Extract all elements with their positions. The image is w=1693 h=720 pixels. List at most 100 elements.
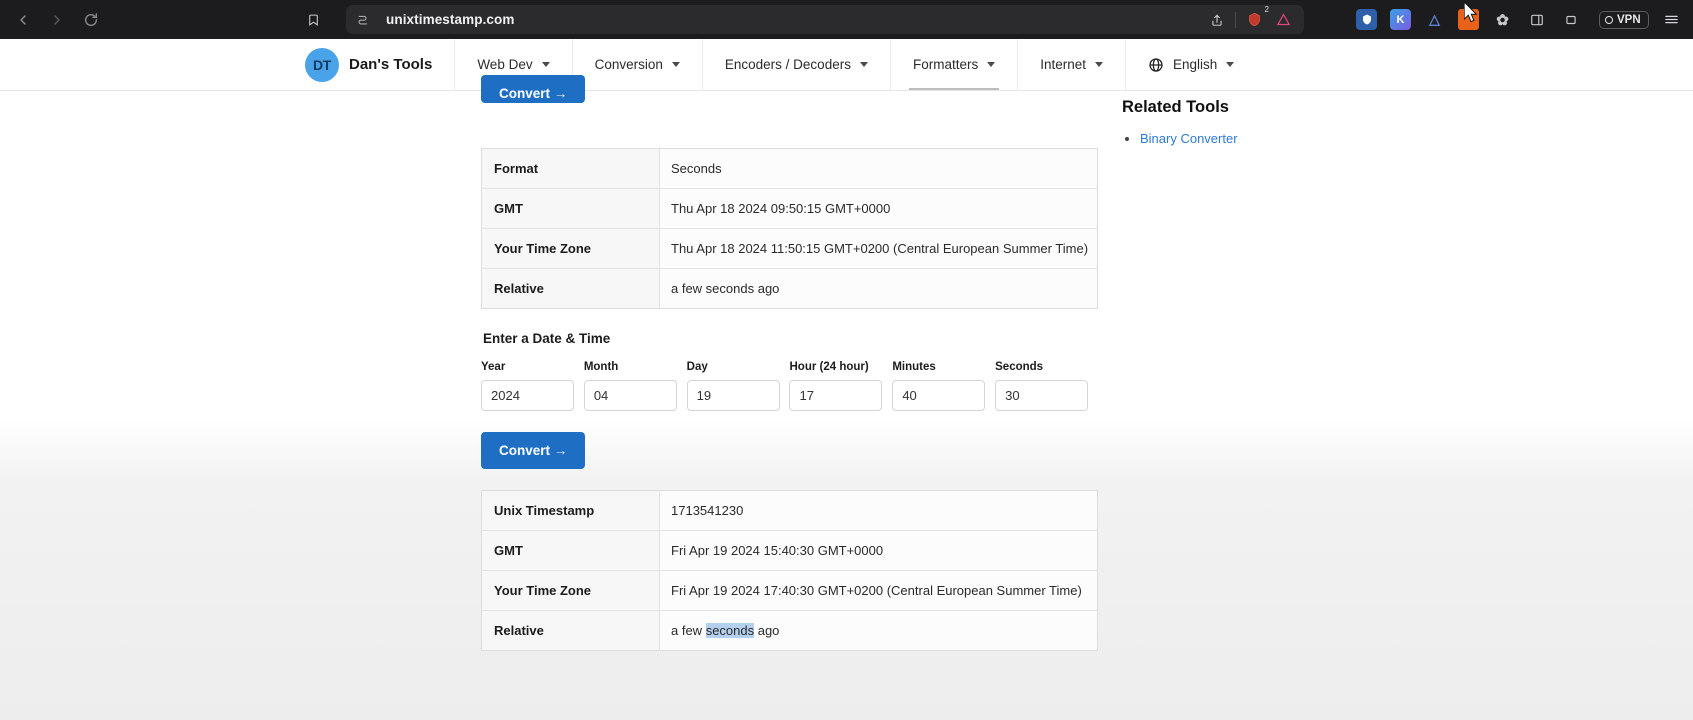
table-row: GMT Fri Apr 19 2024 15:40:30 GMT+0000 [481,530,1098,571]
field-label-minutes: Minutes [892,361,936,373]
site-navigation: DT Dan's Tools Web Dev Conversion Encode… [0,39,1693,91]
sidebar-link-binary-converter[interactable]: Binary Converter [1140,131,1238,146]
chevron-down-icon [987,62,996,67]
minutes-input[interactable] [892,380,986,411]
field-seconds: Seconds [995,361,1094,411]
row-label: Relative [481,268,660,309]
sidebar-extension-icon[interactable] [1526,9,1547,30]
table-row: GMT Thu Apr 18 2024 09:50:15 GMT+0000 [481,188,1098,229]
ublock-origin-extension-icon[interactable] [1356,9,1377,30]
related-tools-sidebar: Related Tools Binary Converter [1122,91,1422,146]
page-body: Convert → Format Seconds GMT Thu Apr 18 … [0,75,1693,720]
mouse-cursor [1463,0,1479,29]
puzzle-extension-icon[interactable]: ✿ [1492,9,1513,30]
row-label: Unix Timestamp [481,490,660,531]
nav-item-language[interactable]: English [1125,39,1256,90]
table-row-relative: Relative a few seconds ago [481,610,1098,651]
field-label-hour: Hour (24 hour) [789,361,869,373]
browser-nav-buttons [0,5,108,35]
table-row: Format Seconds [481,148,1098,189]
day-input[interactable] [686,380,780,411]
field-label-seconds: Seconds [995,361,1044,373]
warning-triangle-icon[interactable] [1272,9,1294,31]
field-year: Year [481,361,580,411]
nav-item-label: Conversion [594,57,663,72]
field-label-month: Month [583,361,619,373]
nav-item-label: Formatters [912,57,979,72]
top-convert-button[interactable]: Convert → [481,75,586,103]
chevron-down-icon [1226,62,1235,67]
timestamp-result-table-top: Format Seconds GMT Thu Apr 18 2024 09:50… [481,148,1098,309]
row-label: GMT [481,188,660,229]
nav-item-formatters[interactable]: Formatters [889,39,1017,90]
capture-extension-icon[interactable] [1560,9,1581,30]
row-label: Format [481,148,660,189]
convert-button[interactable]: Convert → [481,432,586,469]
chevron-down-icon [541,62,550,67]
row-label: Your Time Zone [481,570,660,611]
row-value-relative: a few seconds ago [660,611,1098,651]
shield-badge-icon[interactable]: 2 [1243,5,1269,31]
nav-item-label: Encoders / Decoders [724,57,851,72]
back-button[interactable] [6,5,40,35]
table-row: Relative a few seconds ago [481,268,1098,309]
row-value: Fri Apr 19 2024 15:40:30 GMT+0000 [671,543,884,558]
vpn-status-dot [1605,15,1613,24]
field-hour: Hour (24 hour) [789,361,888,411]
field-label-year: Year [481,361,506,373]
chevron-down-icon [1095,62,1103,67]
triangle-extension-icon[interactable]: △ [1424,9,1445,30]
hamburger-menu-icon[interactable] [1663,12,1680,27]
reload-button[interactable] [74,5,108,35]
nav-item-label: Web Dev [477,57,533,72]
tracker-shield-icon[interactable] [356,12,376,27]
chevron-down-icon [671,62,680,67]
language-label: English [1173,57,1218,72]
vpn-button[interactable]: VPN [1599,10,1649,29]
forward-button[interactable] [40,5,74,35]
address-bar-actions: 2 [1206,5,1294,31]
year-input[interactable] [481,380,574,411]
brand-name: Dan's Tools [349,56,433,73]
share-icon[interactable] [1206,9,1228,31]
vpn-label: VPN [1617,13,1641,26]
field-day: Day [686,361,786,411]
row-label: Your Time Zone [481,228,660,269]
form-title: Enter a Date & Time [483,331,611,346]
field-month: Month [583,361,683,411]
row-label: Relative [481,610,660,651]
row-value: Thu Apr 18 2024 09:50:15 GMT+0000 [671,201,891,216]
row-value: 1713541230 [671,503,744,518]
row-value: a few seconds ago [671,281,780,296]
seconds-input[interactable] [995,380,1089,411]
relative-suffix: ago [754,623,780,638]
globe-icon [1148,57,1164,73]
field-label-day: Day [686,361,708,373]
table-row: Your Time Zone Fri Apr 19 2024 17:40:30 … [481,570,1098,611]
chevron-down-icon [859,62,868,67]
selected-text[interactable]: seconds [705,623,755,638]
nav-item-encoders-decoders[interactable]: Encoders / Decoders [701,39,890,90]
bookmark-icon[interactable] [298,5,328,35]
brand-link[interactable]: DT Dan's Tools [305,39,454,90]
top-convert-button-clipped[interactable]: Convert → [481,75,586,103]
nav-item-conversion[interactable]: Conversion [571,39,702,90]
table-row: Your Time Zone Thu Apr 18 2024 11:50:15 … [481,228,1098,269]
main-content: Convert → Format Seconds GMT Thu Apr 18 … [481,75,1098,651]
row-value: Seconds [671,161,722,176]
month-input[interactable] [583,380,677,411]
row-value: Fri Apr 19 2024 17:40:30 GMT+0200 (Centr… [671,583,1082,598]
sidebar-title: Related Tools [1122,98,1229,116]
row-value: Thu Apr 18 2024 11:50:15 GMT+0200 (Centr… [671,241,1089,256]
kagi-extension-icon[interactable]: K [1390,9,1411,30]
nav-item-internet[interactable]: Internet [1017,39,1125,90]
brand-logo: DT [305,47,339,82]
sidebar-link-list: Binary Converter [1122,131,1422,146]
nav-item-label: Internet [1040,57,1086,72]
table-row: Unix Timestamp 1713541230 [481,490,1098,531]
timestamp-result-table-bottom: Unix Timestamp 1713541230 GMT Fri Apr 19… [481,490,1098,651]
hour-input[interactable] [789,380,883,411]
url-text: unixtimestamp.com [386,12,515,27]
browser-chrome: unixtimestamp.com 2 K △ ✿ VPN [0,0,1693,39]
address-bar[interactable]: unixtimestamp.com 2 [346,5,1304,34]
